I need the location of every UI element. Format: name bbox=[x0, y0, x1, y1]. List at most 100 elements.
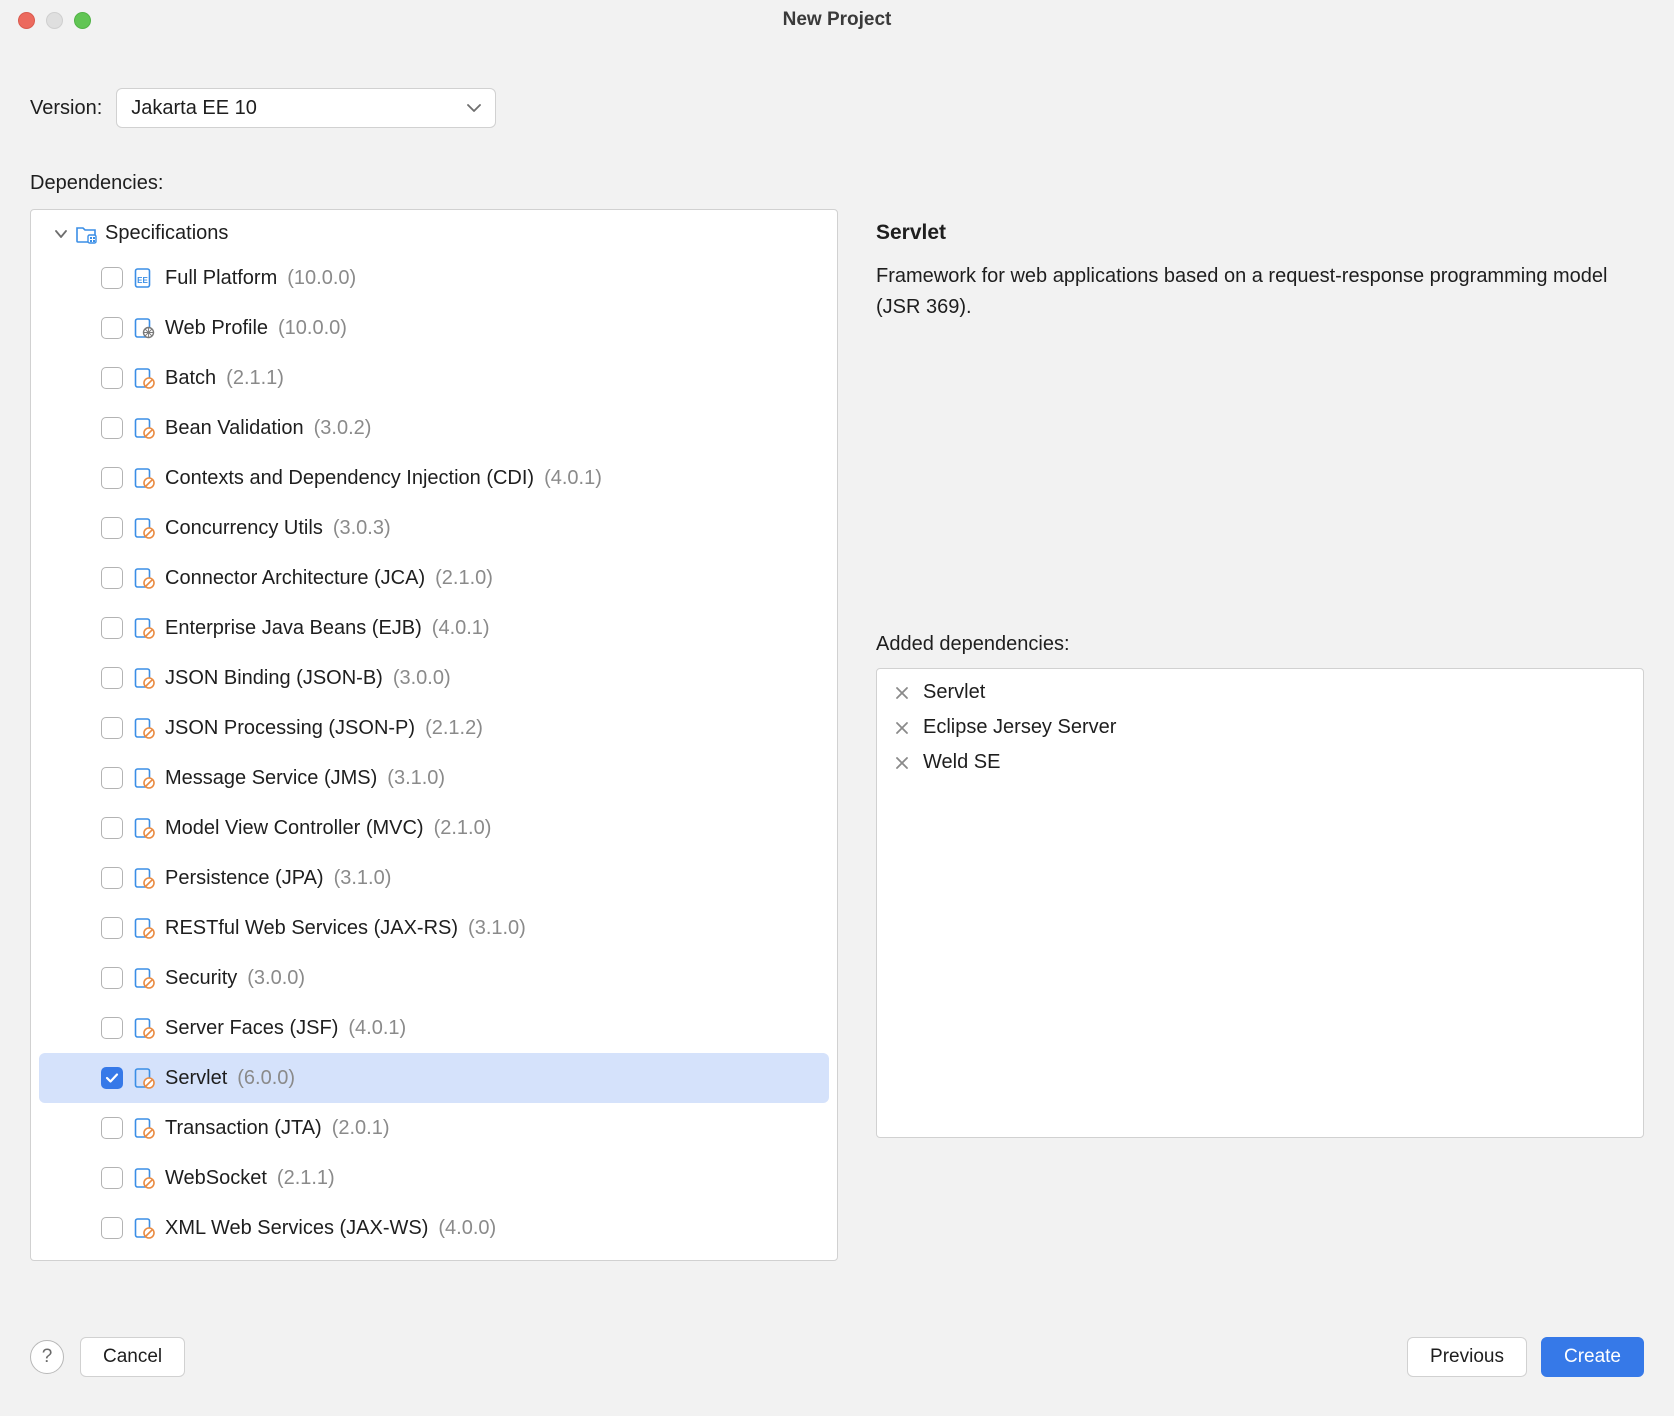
dependency-name: Contexts and Dependency Injection (CDI) bbox=[165, 467, 534, 490]
tree-row[interactable]: WebSocket (2.1.1) bbox=[39, 1153, 829, 1203]
dependency-checkbox[interactable] bbox=[101, 1017, 123, 1039]
dependency-checkbox[interactable] bbox=[101, 867, 123, 889]
dependency-checkbox[interactable] bbox=[101, 1067, 123, 1089]
chevron-down-icon bbox=[467, 103, 481, 113]
dependency-checkbox[interactable] bbox=[101, 917, 123, 939]
tree-row[interactable]: Security (3.0.0) bbox=[39, 953, 829, 1003]
dependency-checkbox[interactable] bbox=[101, 817, 123, 839]
fullscreen-window-button[interactable] bbox=[74, 12, 91, 29]
dialog-footer: ? Cancel Previous Create bbox=[0, 1320, 1674, 1416]
dependency-version: (3.1.0) bbox=[387, 767, 445, 790]
folder-icon bbox=[75, 223, 97, 245]
dependency-checkbox[interactable] bbox=[101, 317, 123, 339]
tree-row[interactable]: Bean Validation (3.0.2) bbox=[39, 403, 829, 453]
dependency-version: (2.1.2) bbox=[425, 717, 483, 740]
remove-icon[interactable] bbox=[895, 756, 909, 770]
previous-button[interactable]: Previous bbox=[1407, 1337, 1527, 1377]
tree-row[interactable]: Server Faces (JSF) (4.0.1) bbox=[39, 1003, 829, 1053]
tree-row[interactable]: Concurrency Utils (3.0.3) bbox=[39, 503, 829, 553]
version-label: Version: bbox=[30, 97, 102, 120]
dependency-version: (2.1.0) bbox=[435, 567, 493, 590]
dependency-checkbox[interactable] bbox=[101, 1117, 123, 1139]
dependency-version: (3.1.0) bbox=[468, 917, 526, 940]
close-window-button[interactable] bbox=[18, 12, 35, 29]
dependency-name: Connector Architecture (JCA) bbox=[165, 567, 425, 590]
dependency-name: Transaction (JTA) bbox=[165, 1117, 322, 1140]
dependency-name: Enterprise Java Beans (EJB) bbox=[165, 617, 422, 640]
tree-row[interactable]: Enterprise Java Beans (EJB) (4.0.1) bbox=[39, 603, 829, 653]
added-dependencies-list: Servlet Eclipse Jersey Server Weld SE bbox=[876, 668, 1644, 1138]
dependency-version: (3.0.2) bbox=[314, 417, 372, 440]
tree-row[interactable]: XML Web Services (JAX-WS) (4.0.0) bbox=[39, 1203, 829, 1253]
dependency-checkbox[interactable] bbox=[101, 267, 123, 289]
spec-page-icon bbox=[133, 567, 155, 589]
dependency-name: Concurrency Utils bbox=[165, 517, 323, 540]
tree-row[interactable]: JSON Processing (JSON-P) (2.1.2) bbox=[39, 703, 829, 753]
spec-page-icon bbox=[133, 1017, 155, 1039]
dependency-name: Servlet bbox=[165, 1067, 227, 1090]
dependency-checkbox[interactable] bbox=[101, 417, 123, 439]
detail-title: Servlet bbox=[876, 221, 1644, 245]
tree-group-specifications[interactable]: Specifications bbox=[31, 210, 837, 253]
dependency-checkbox[interactable] bbox=[101, 767, 123, 789]
dependency-checkbox[interactable] bbox=[101, 717, 123, 739]
dependency-checkbox[interactable] bbox=[101, 1167, 123, 1189]
ee-page-icon: EE bbox=[133, 267, 155, 289]
dependency-checkbox[interactable] bbox=[101, 467, 123, 489]
spec-page-icon bbox=[133, 367, 155, 389]
minimize-window-button[interactable] bbox=[46, 12, 63, 29]
dependencies-tree[interactable]: Specifications EEFull Platform (10.0.0)W… bbox=[30, 209, 838, 1261]
added-dependency-name: Eclipse Jersey Server bbox=[923, 716, 1116, 739]
dependency-name: Full Platform bbox=[165, 267, 277, 290]
tree-row[interactable]: EEFull Platform (10.0.0) bbox=[39, 253, 829, 303]
dependency-version: (2.1.1) bbox=[277, 1167, 335, 1190]
tree-row[interactable]: Persistence (JPA) (3.1.0) bbox=[39, 853, 829, 903]
tree-row[interactable]: JSON Binding (JSON-B) (3.0.0) bbox=[39, 653, 829, 703]
dependency-checkbox[interactable] bbox=[101, 517, 123, 539]
dependency-name: Persistence (JPA) bbox=[165, 867, 324, 890]
remove-icon[interactable] bbox=[895, 686, 909, 700]
added-dependency-row[interactable]: Servlet bbox=[877, 675, 1643, 710]
remove-icon[interactable] bbox=[895, 721, 909, 735]
dependency-version: (4.0.1) bbox=[432, 617, 490, 640]
create-button[interactable]: Create bbox=[1541, 1337, 1644, 1377]
dependency-checkbox[interactable] bbox=[101, 367, 123, 389]
spec-page-icon bbox=[133, 617, 155, 639]
spec-page-icon bbox=[133, 1217, 155, 1239]
tree-row[interactable]: Servlet (6.0.0) bbox=[39, 1053, 829, 1103]
dependency-checkbox[interactable] bbox=[101, 617, 123, 639]
version-combobox[interactable]: Jakarta EE 10 bbox=[116, 88, 496, 128]
window-title: New Project bbox=[0, 9, 1674, 31]
tree-row[interactable]: RESTful Web Services (JAX-RS) (3.1.0) bbox=[39, 903, 829, 953]
dependency-name: RESTful Web Services (JAX-RS) bbox=[165, 917, 458, 940]
spec-page-icon bbox=[133, 417, 155, 439]
dependency-version: (4.0.1) bbox=[348, 1017, 406, 1040]
dependency-version: (6.0.0) bbox=[237, 1067, 295, 1090]
spec-page-icon bbox=[133, 1117, 155, 1139]
tree-row[interactable]: Transaction (JTA) (2.0.1) bbox=[39, 1103, 829, 1153]
dependency-version: (10.0.0) bbox=[278, 317, 347, 340]
added-dependency-row[interactable]: Weld SE bbox=[877, 745, 1643, 780]
new-project-dialog: New Project Version: Jakarta EE 10 Depen… bbox=[0, 0, 1674, 1416]
tree-row[interactable]: Model View Controller (MVC) (2.1.0) bbox=[39, 803, 829, 853]
tree-row[interactable]: Batch (2.1.1) bbox=[39, 353, 829, 403]
help-button[interactable]: ? bbox=[30, 1340, 64, 1374]
dependency-checkbox[interactable] bbox=[101, 567, 123, 589]
spec-page-icon bbox=[133, 1167, 155, 1189]
tree-row[interactable]: Message Service (JMS) (3.1.0) bbox=[39, 753, 829, 803]
dependency-version: (3.0.0) bbox=[247, 967, 305, 990]
spec-page-icon bbox=[133, 517, 155, 539]
dependency-checkbox[interactable] bbox=[101, 967, 123, 989]
dependencies-label: Dependencies: bbox=[30, 172, 1644, 195]
dependency-checkbox[interactable] bbox=[101, 1217, 123, 1239]
spec-page-icon bbox=[133, 667, 155, 689]
globe-page-icon bbox=[133, 317, 155, 339]
dependency-name: Model View Controller (MVC) bbox=[165, 817, 424, 840]
tree-row[interactable]: Web Profile (10.0.0) bbox=[39, 303, 829, 353]
dependency-checkbox[interactable] bbox=[101, 667, 123, 689]
tree-row[interactable]: Connector Architecture (JCA) (2.1.0) bbox=[39, 553, 829, 603]
tree-row[interactable]: Contexts and Dependency Injection (CDI) … bbox=[39, 453, 829, 503]
cancel-button[interactable]: Cancel bbox=[80, 1337, 185, 1377]
added-dependency-row[interactable]: Eclipse Jersey Server bbox=[877, 710, 1643, 745]
dependency-name: Server Faces (JSF) bbox=[165, 1017, 338, 1040]
